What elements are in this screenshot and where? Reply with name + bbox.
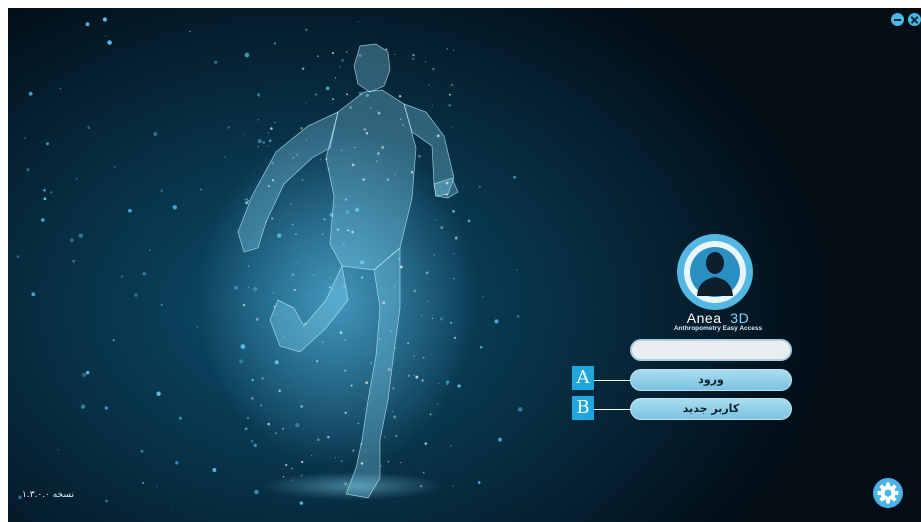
brand-suffix: 3D	[730, 310, 750, 326]
annotation-line-a	[594, 380, 631, 381]
brand-name-text: Anea	[686, 310, 722, 326]
username-input[interactable]	[630, 339, 792, 361]
annotation-marker-b: B	[572, 396, 594, 420]
login-button[interactable]: ورود	[630, 369, 792, 391]
login-window: Anea 3D Anthropometry Easy Access A ورود…	[8, 8, 921, 522]
gear-icon[interactable]	[873, 478, 903, 508]
user-silhouette-icon	[677, 234, 753, 310]
brand-tagline: Anthropometry Easy Access	[673, 325, 763, 332]
new-user-button[interactable]: کاربر جدید	[630, 398, 792, 420]
brand-name: Anea 3D	[668, 310, 768, 326]
background-runner-illustration	[16, 17, 523, 508]
annotation-marker-a: A	[572, 366, 594, 390]
minimize-icon[interactable]	[891, 13, 904, 26]
close-icon[interactable]	[908, 13, 921, 26]
version-label: نسخه ۱.۳.۰.۰	[22, 490, 74, 500]
annotation-line-b	[594, 409, 631, 410]
